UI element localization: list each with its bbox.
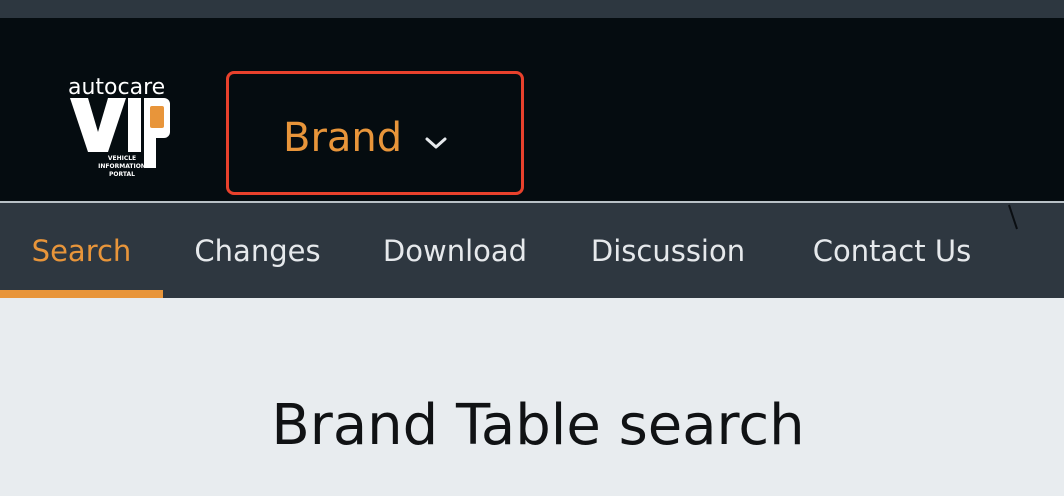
tab-changes[interactable]: Changes [163, 203, 352, 298]
site-header: autocare VEHICLE INFORMATION PORTAL Bran… [0, 18, 1064, 201]
tab-changes-label: Changes [194, 233, 321, 268]
autocare-vip-logo[interactable]: autocare VEHICLE INFORMATION PORTAL [66, 68, 176, 186]
tab-download-label: Download [382, 233, 528, 268]
backslash-glyph [1008, 204, 1018, 230]
tab-download[interactable]: Download [352, 203, 558, 298]
brand-dropdown[interactable]: Brand [226, 71, 524, 195]
logo-tagline-2: INFORMATION [98, 163, 146, 170]
tab-discussion-label: Discussion [590, 233, 746, 268]
tab-search[interactable]: Search [0, 203, 163, 298]
tab-contact-us-label: Contact Us [812, 233, 972, 268]
main-nav: Search Changes Download Discussion Conta… [0, 203, 1064, 298]
tab-discussion[interactable]: Discussion [558, 203, 778, 298]
page-title: Brand Table search [271, 393, 805, 458]
logo-wordmark-top: autocare [68, 75, 165, 100]
logo-tagline-1: VEHICLE [108, 155, 136, 162]
logo-tagline-3: PORTAL [109, 171, 135, 178]
top-strip [0, 0, 1064, 18]
tab-search-label: Search [31, 233, 132, 268]
chevron-down-icon [425, 137, 447, 149]
brand-dropdown-label: Brand [283, 115, 403, 161]
tab-contact-us[interactable]: Contact Us [778, 203, 1006, 298]
